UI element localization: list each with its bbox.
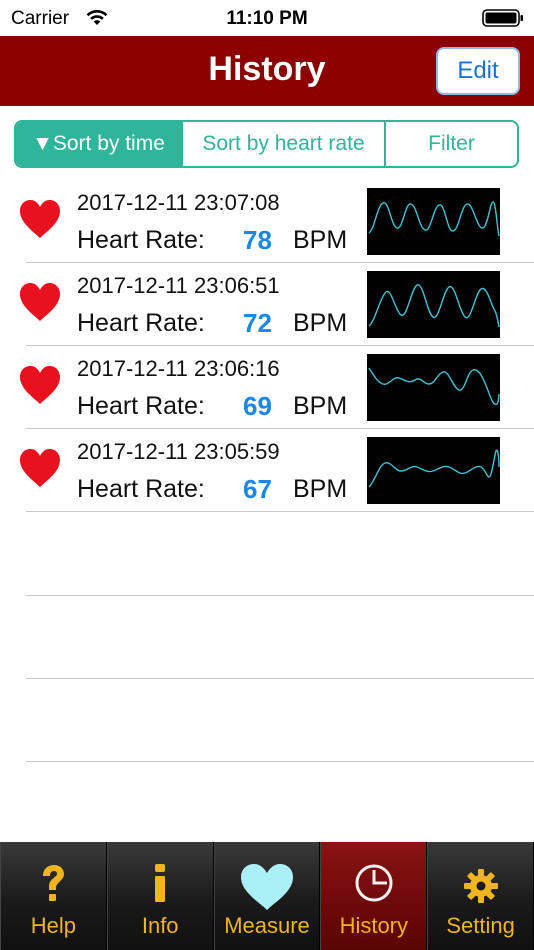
tab-setting[interactable]: Setting — [427, 842, 534, 950]
gear-icon — [463, 869, 498, 903]
tab-bar: Help Info Measure History Setting — [0, 842, 534, 950]
heart-rate-label: Heart Rate: — [77, 392, 205, 420]
tab-help-label: Help — [30, 913, 77, 938]
waveform-thumbnail — [367, 188, 500, 255]
status-time: 11:10 PM — [226, 8, 308, 29]
heart-icon — [20, 283, 60, 321]
tab-measure[interactable]: Measure — [213, 842, 321, 950]
heart-rate-label: Heart Rate: — [77, 226, 205, 254]
waveform-thumbnail — [367, 437, 500, 504]
bpm-value: 72 — [243, 308, 272, 338]
battery-icon — [482, 9, 523, 27]
tab-history-label: History — [339, 913, 409, 938]
filter-segment[interactable]: Filter — [386, 122, 517, 166]
bpm-unit: BPM — [293, 475, 348, 503]
bpm-unit: BPM — [293, 226, 348, 254]
nav-bar: History Edit — [0, 36, 534, 106]
heart-icon — [20, 200, 60, 238]
empty-row-separator — [26, 595, 534, 596]
tab-help[interactable]: Help — [0, 842, 107, 950]
row-date: 2017-12-11 23:06:51 — [77, 273, 280, 298]
empty-row-separator — [26, 678, 534, 679]
history-row[interactable]: 2017-12-11 23:06:16 Heart Rate: 69 BPM — [0, 346, 534, 429]
heart-icon — [20, 366, 60, 404]
sort-segmented-control: ▼Sort by time Sort by heart rate Filter — [14, 120, 519, 168]
history-row[interactable]: 2017-12-11 23:07:08 Heart Rate: 78 BPM — [0, 180, 534, 263]
history-row[interactable]: 2017-12-11 23:06:51 Heart Rate: 72 BPM — [0, 263, 534, 346]
tab-measure-label: Measure — [224, 913, 310, 938]
bpm-unit: BPM — [293, 392, 348, 420]
waveform-thumbnail — [367, 271, 500, 338]
row-date: 2017-12-11 23:05:59 — [77, 439, 280, 464]
edit-button[interactable]: Edit — [436, 47, 520, 95]
sort-by-time-segment[interactable]: ▼Sort by time — [16, 122, 183, 166]
bpm-unit: BPM — [293, 309, 348, 337]
question-icon — [43, 865, 65, 901]
tab-setting-label: Setting — [446, 913, 515, 938]
row-date: 2017-12-11 23:06:16 — [77, 356, 280, 381]
history-row[interactable]: 2017-12-11 23:05:59 Heart Rate: 67 BPM — [0, 429, 534, 512]
heart-rate-label: Heart Rate: — [77, 475, 205, 503]
waveform-thumbnail — [367, 354, 500, 421]
row-separator — [26, 511, 534, 512]
tab-info-label: Info — [141, 913, 179, 938]
tab-history[interactable]: History — [320, 842, 428, 950]
history-icon — [355, 864, 393, 902]
heart-icon — [240, 864, 293, 910]
status-bar: Carrier 11:10 PM — [0, 0, 534, 36]
bpm-value: 69 — [243, 391, 272, 421]
empty-row-separator — [26, 761, 534, 762]
heart-rate-label: Heart Rate: — [77, 309, 205, 337]
history-list: 2017-12-11 23:07:08 Heart Rate: 78 BPM 2… — [0, 180, 534, 512]
tab-info[interactable]: Info — [106, 842, 214, 950]
bpm-value: 67 — [243, 474, 272, 504]
heart-icon — [20, 449, 60, 487]
info-icon — [155, 864, 166, 902]
sort-by-heart-rate-segment[interactable]: Sort by heart rate — [183, 122, 386, 166]
row-date: 2017-12-11 23:07:08 — [77, 190, 280, 215]
bpm-value: 78 — [243, 225, 272, 255]
